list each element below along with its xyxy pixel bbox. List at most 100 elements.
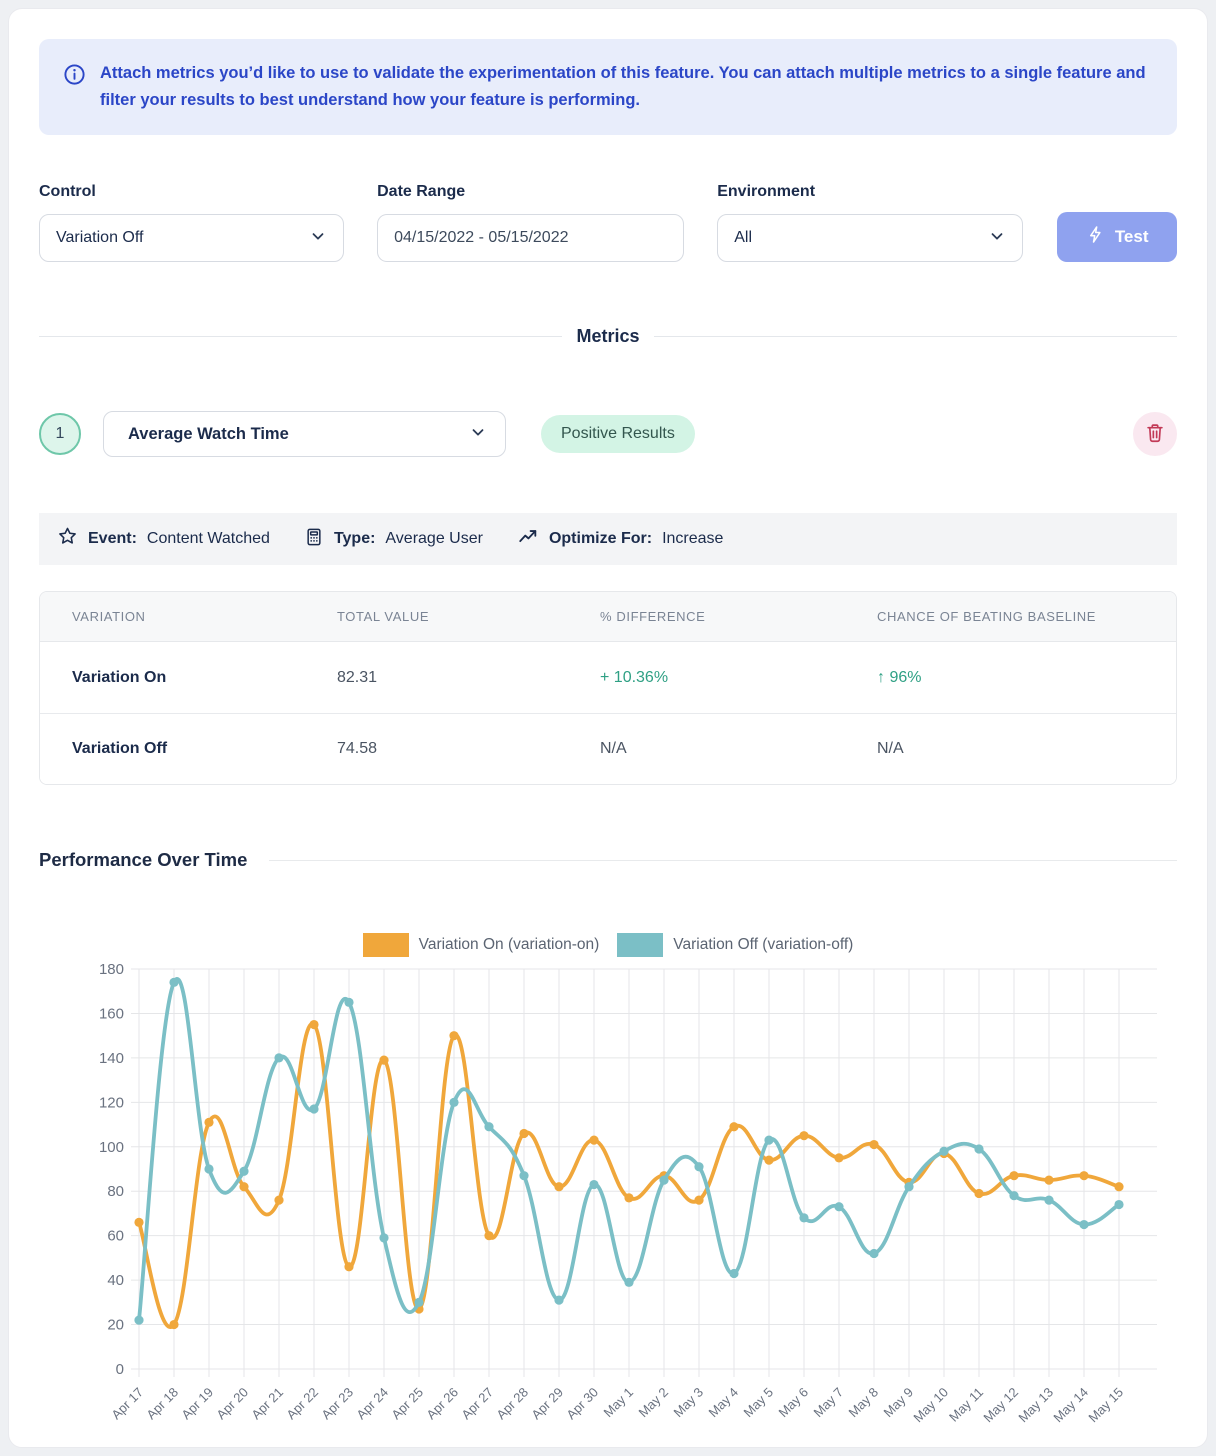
row-chance: N/A — [845, 740, 1176, 758]
svg-text:May 10: May 10 — [910, 1385, 951, 1426]
environment-label: Environment — [717, 183, 1023, 201]
svg-text:Apr 25: Apr 25 — [388, 1385, 426, 1423]
test-button[interactable]: Test — [1057, 212, 1177, 262]
svg-text:Apr 27: Apr 27 — [458, 1385, 496, 1423]
svg-text:180: 180 — [99, 961, 124, 978]
performance-chart-canvas: 020406080100120140160180Apr 17Apr 18Apr … — [39, 961, 1179, 1448]
control-select[interactable]: Variation Off — [39, 214, 344, 262]
col-difference: % DIFFERENCE — [568, 609, 845, 624]
row-difference: + 10.36% — [568, 669, 845, 687]
event-value: Content Watched — [147, 530, 270, 548]
type-summary: Type: Average User — [304, 527, 483, 552]
svg-text:60: 60 — [107, 1228, 124, 1245]
positive-results-badge: Positive Results — [541, 415, 695, 453]
svg-text:May 7: May 7 — [810, 1385, 846, 1421]
chart-legend: Variation On (variation-on) Variation Of… — [39, 933, 1177, 957]
test-button-label: Test — [1115, 227, 1149, 247]
svg-text:May 2: May 2 — [635, 1385, 671, 1421]
svg-text:May 1: May 1 — [600, 1385, 636, 1421]
svg-text:May 14: May 14 — [1050, 1385, 1091, 1426]
chevron-down-icon — [469, 423, 487, 446]
table-header-row: VARIATION TOTAL VALUE % DIFFERENCE CHANC… — [40, 592, 1176, 642]
date-range-input[interactable]: 04/15/2022 - 05/15/2022 — [377, 214, 684, 262]
svg-text:Apr 24: Apr 24 — [353, 1385, 391, 1423]
svg-text:Apr 17: Apr 17 — [108, 1385, 146, 1423]
row-variation-name: Variation Off — [40, 740, 305, 758]
row-total-value: 74.58 — [305, 740, 568, 758]
row-total-value: 82.31 — [305, 669, 568, 687]
row-difference: N/A — [568, 740, 845, 758]
svg-text:140: 140 — [99, 1050, 124, 1067]
legend-item-variation-on[interactable]: Variation On (variation-on) — [363, 933, 600, 957]
metric-row: 1 Average Watch Time Positive Results — [39, 411, 1177, 457]
svg-text:May 3: May 3 — [670, 1385, 706, 1421]
row-chance: ↑ 96% — [845, 669, 1176, 687]
performance-title: Performance Over Time — [39, 849, 247, 871]
performance-section-header: Performance Over Time — [39, 849, 1177, 871]
svg-text:Apr 22: Apr 22 — [283, 1385, 321, 1423]
table-row: Variation Off 74.58 N/A N/A — [40, 713, 1176, 784]
legend-swatch-on — [363, 933, 409, 957]
legend-item-variation-off[interactable]: Variation Off (variation-off) — [617, 933, 853, 957]
svg-text:Apr 18: Apr 18 — [143, 1385, 181, 1423]
star-icon — [57, 526, 78, 552]
svg-text:80: 80 — [107, 1183, 124, 1200]
chevron-down-icon — [988, 227, 1006, 250]
col-total-value: TOTAL VALUE — [305, 609, 568, 624]
calculator-icon — [304, 527, 324, 552]
results-table: VARIATION TOTAL VALUE % DIFFERENCE CHANC… — [39, 591, 1177, 785]
performance-chart: 020406080100120140160180Apr 17Apr 18Apr … — [39, 961, 1177, 1448]
table-row: Variation On 82.31 + 10.36% ↑ 96% — [40, 642, 1176, 713]
svg-text:Apr 29: Apr 29 — [528, 1385, 566, 1423]
trend-up-icon — [517, 526, 539, 553]
control-label: Control — [39, 183, 344, 201]
legend-label-on: Variation On (variation-on) — [419, 936, 600, 954]
svg-text:20: 20 — [107, 1317, 124, 1334]
environment-select-value: All — [734, 229, 752, 247]
type-value: Average User — [385, 530, 483, 548]
environment-select[interactable]: All — [717, 214, 1023, 262]
metric-summary-bar: Event: Content Watched Type: Average Use… — [39, 513, 1177, 565]
svg-text:May 8: May 8 — [845, 1385, 881, 1421]
chevron-down-icon — [309, 227, 327, 250]
event-summary: Event: Content Watched — [57, 526, 270, 552]
svg-text:120: 120 — [99, 1094, 124, 1111]
header-rule — [269, 860, 1177, 861]
svg-text:160: 160 — [99, 1005, 124, 1022]
info-banner-text: Attach metrics you’d like to use to vali… — [100, 60, 1147, 114]
optimize-label: Optimize For: — [549, 530, 652, 548]
trash-icon — [1144, 422, 1166, 447]
svg-text:Apr 19: Apr 19 — [178, 1385, 216, 1423]
divider-line — [39, 336, 562, 337]
col-variation: VARIATION — [40, 609, 305, 624]
svg-text:May 6: May 6 — [775, 1385, 811, 1421]
optimize-summary: Optimize For: Increase — [517, 526, 723, 553]
svg-text:0: 0 — [116, 1361, 124, 1378]
legend-label-off: Variation Off (variation-off) — [673, 936, 853, 954]
control-select-value: Variation Off — [56, 229, 143, 247]
svg-text:Apr 20: Apr 20 — [213, 1385, 251, 1423]
svg-text:May 15: May 15 — [1085, 1385, 1126, 1426]
svg-text:100: 100 — [99, 1139, 124, 1156]
svg-text:Apr 26: Apr 26 — [423, 1385, 461, 1423]
svg-text:Apr 30: Apr 30 — [563, 1385, 601, 1423]
col-chance: CHANCE OF BEATING BASELINE — [845, 609, 1176, 624]
svg-text:Apr 23: Apr 23 — [318, 1385, 356, 1423]
metric-index-badge: 1 — [39, 413, 81, 455]
filters-row: Control Variation Off Date Range 04/15/2… — [39, 183, 1177, 262]
svg-text:May 13: May 13 — [1015, 1385, 1056, 1426]
metric-select[interactable]: Average Watch Time — [103, 411, 506, 457]
metric-select-value: Average Watch Time — [128, 425, 289, 444]
svg-text:May 12: May 12 — [980, 1385, 1021, 1426]
svg-text:40: 40 — [107, 1272, 124, 1289]
svg-text:May 4: May 4 — [705, 1385, 741, 1421]
row-variation-name: Variation On — [40, 669, 305, 687]
experiment-panel: Attach metrics you’d like to use to vali… — [8, 8, 1208, 1448]
legend-swatch-off — [617, 933, 663, 957]
divider-line — [654, 336, 1177, 337]
delete-metric-button[interactable] — [1133, 412, 1177, 456]
info-banner: Attach metrics you’d like to use to vali… — [39, 39, 1177, 135]
type-label: Type: — [334, 530, 375, 548]
metrics-divider: Metrics — [39, 326, 1177, 347]
svg-text:Apr 21: Apr 21 — [248, 1385, 286, 1423]
